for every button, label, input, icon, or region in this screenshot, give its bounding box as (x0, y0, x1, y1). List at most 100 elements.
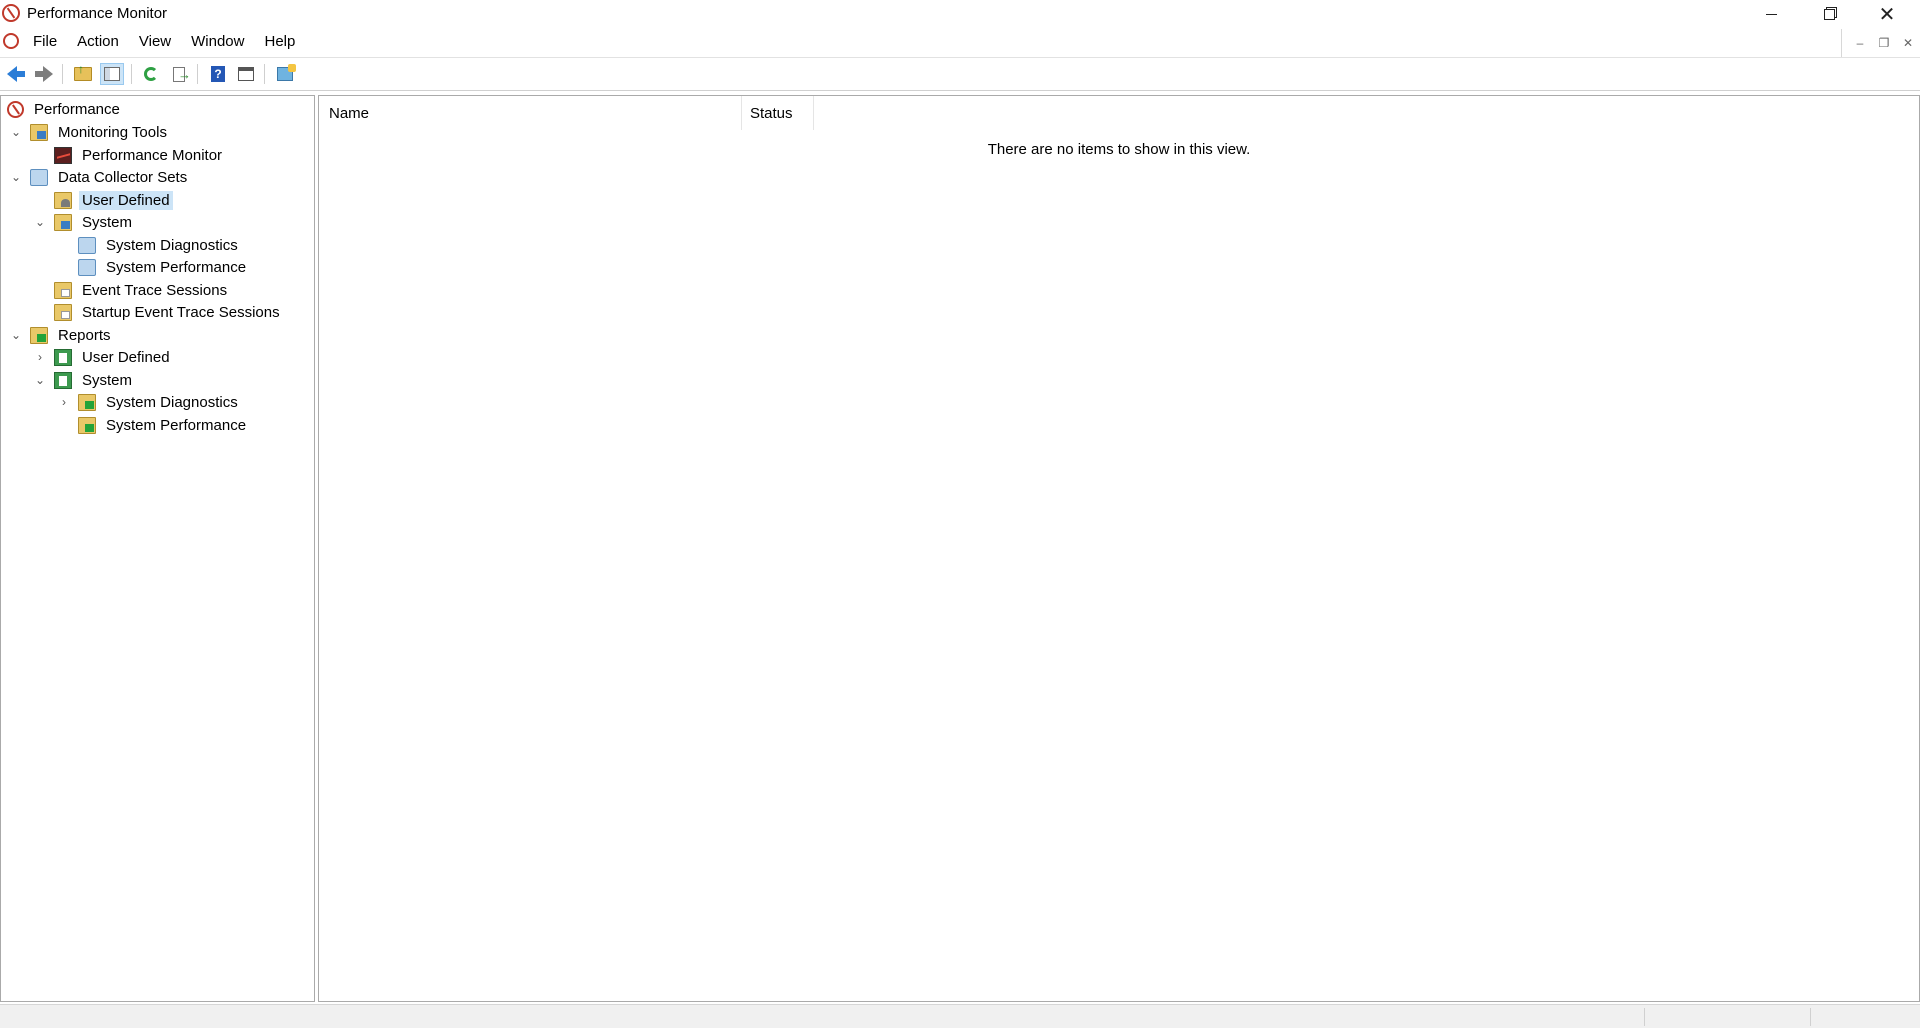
system-menu-icon[interactable] (3, 33, 19, 49)
status-bar-separator (1810, 1008, 1811, 1026)
close-button[interactable]: ✕ (1858, 0, 1916, 29)
tree-label: System Diagnostics (106, 236, 238, 254)
event-trace-folder-icon (54, 281, 72, 299)
tree-node-event-trace-sessions[interactable]: Event Trace Sessions (54, 279, 230, 301)
menu-window[interactable]: Window (191, 33, 254, 50)
data-collector-set-icon (78, 236, 96, 254)
empty-view-message: There are no items to show in this view. (987, 141, 1251, 158)
menu-bar: File Action View Window Help – ❐ ✕ (0, 29, 1920, 57)
restore-button[interactable] (1800, 0, 1858, 29)
restore-icon (1823, 9, 1835, 20)
mdi-close-icon[interactable]: ✕ (1896, 36, 1920, 50)
tree-node-dcs-user-defined[interactable]: User Defined (54, 189, 173, 211)
show-hide-console-tree-button[interactable] (100, 63, 124, 85)
back-button[interactable] (4, 63, 28, 85)
reports-folder-icon (30, 326, 48, 344)
toolbar: ? (0, 57, 1920, 91)
export-list-icon (173, 66, 191, 82)
tree-label: Reports (58, 326, 111, 344)
tree-label: Performance Monitor (82, 146, 223, 164)
export-list-button[interactable] (167, 63, 191, 85)
startup-trace-folder-icon (54, 303, 72, 321)
performance-monitor-icon (2, 4, 20, 22)
performance-monitor-chart-icon (54, 146, 72, 164)
close-icon: ✕ (1878, 3, 1896, 26)
mdi-restore-icon[interactable]: ❐ (1872, 36, 1896, 50)
tree-node-reports-user-defined[interactable]: User Defined (54, 346, 173, 368)
tree-label: System Performance (106, 416, 247, 434)
tree-label: System (82, 371, 133, 389)
tree-node-performance-monitor[interactable]: Performance Monitor (54, 144, 225, 166)
help-button[interactable]: ? (206, 63, 230, 85)
data-collector-set-icon (78, 258, 96, 276)
toolbar-separator (62, 64, 63, 84)
tree-node-reports-system-diagnostics[interactable]: System Diagnostics (78, 391, 241, 413)
menu-action[interactable]: Action (77, 33, 129, 50)
tree-node-startup-event-trace-sessions[interactable]: Startup Event Trace Sessions (54, 301, 283, 323)
console-tree: Performance ⌄ Monitoring Tools Performan… (0, 95, 315, 1002)
tree-node-data-collector-sets[interactable]: Data Collector Sets (30, 166, 190, 188)
expand-chevron-icon[interactable]: › (57, 391, 71, 413)
tree-label: System Diagnostics (106, 393, 238, 411)
expand-chevron-icon[interactable]: › (33, 346, 47, 368)
tree-node-dcs-system-performance[interactable]: System Performance (78, 256, 249, 278)
collapse-chevron-icon[interactable]: ⌄ (9, 121, 23, 143)
monitoring-tools-folder-icon (30, 123, 48, 141)
refresh-icon (144, 67, 158, 81)
new-window-icon (277, 64, 296, 81)
performance-icon (7, 100, 24, 118)
tree-node-monitoring-tools[interactable]: Monitoring Tools (30, 121, 170, 143)
tree-node-reports[interactable]: Reports (30, 324, 114, 346)
minimize-button[interactable] (1742, 0, 1800, 29)
menu-help[interactable]: Help (264, 33, 305, 50)
title-bar: Performance Monitor ✕ (0, 0, 1920, 29)
new-window-button[interactable] (273, 63, 297, 85)
tree-label: System (82, 213, 133, 231)
user-defined-folder-icon (54, 191, 72, 209)
tree-node-reports-system[interactable]: System (54, 369, 135, 391)
up-one-level-icon (74, 62, 92, 81)
status-bar (0, 1004, 1920, 1028)
tree-label-selected: User Defined (79, 190, 173, 210)
tree-label: Monitoring Tools (58, 123, 167, 141)
menu-view[interactable]: View (139, 33, 181, 50)
report-icon (54, 371, 72, 389)
action-pane-icon (238, 67, 254, 81)
collapse-chevron-icon[interactable]: ⌄ (33, 369, 47, 391)
column-header-status[interactable]: Status (742, 96, 814, 130)
help-icon: ? (211, 66, 225, 82)
tree-label: Performance (34, 100, 120, 118)
mdi-minimize-icon[interactable]: – (1848, 36, 1872, 50)
tree-node-dcs-system[interactable]: System (54, 211, 135, 233)
column-header-name[interactable]: Name (319, 96, 742, 130)
tree-label: User Defined (82, 348, 170, 366)
system-folder-icon (54, 213, 72, 231)
tree-label: Startup Event Trace Sessions (82, 303, 280, 321)
tree-node-reports-system-performance[interactable]: System Performance (78, 414, 249, 436)
tree-label: Data Collector Sets (58, 168, 188, 186)
toolbar-separator (131, 64, 132, 84)
status-bar-separator (1644, 1008, 1645, 1026)
show-hide-action-pane-button[interactable] (234, 63, 258, 85)
tree-label: System Performance (106, 258, 247, 276)
refresh-button[interactable] (139, 63, 163, 85)
tree-node-dcs-system-diagnostics[interactable]: System Diagnostics (78, 234, 241, 256)
up-one-level-button[interactable] (71, 62, 95, 85)
data-collector-sets-icon (30, 168, 48, 186)
collapse-chevron-icon[interactable]: ⌄ (33, 211, 47, 233)
minimize-icon (1765, 14, 1777, 15)
tree-node-performance[interactable]: Performance (7, 98, 123, 120)
report-folder-icon (78, 393, 96, 411)
back-icon (7, 66, 25, 82)
tree-label: Event Trace Sessions (82, 281, 228, 299)
mdi-controls: – ❐ ✕ (1841, 29, 1920, 57)
detail-pane: Name Status There are no items to show i… (318, 95, 1920, 1002)
collapse-chevron-icon[interactable]: ⌄ (9, 166, 23, 188)
collapse-chevron-icon[interactable]: ⌄ (9, 324, 23, 346)
report-icon (54, 348, 72, 366)
menu-file[interactable]: File (33, 33, 67, 50)
toolbar-separator (197, 64, 198, 84)
toolbar-separator (264, 64, 265, 84)
forward-button[interactable] (32, 63, 56, 85)
report-folder-icon (78, 416, 96, 434)
